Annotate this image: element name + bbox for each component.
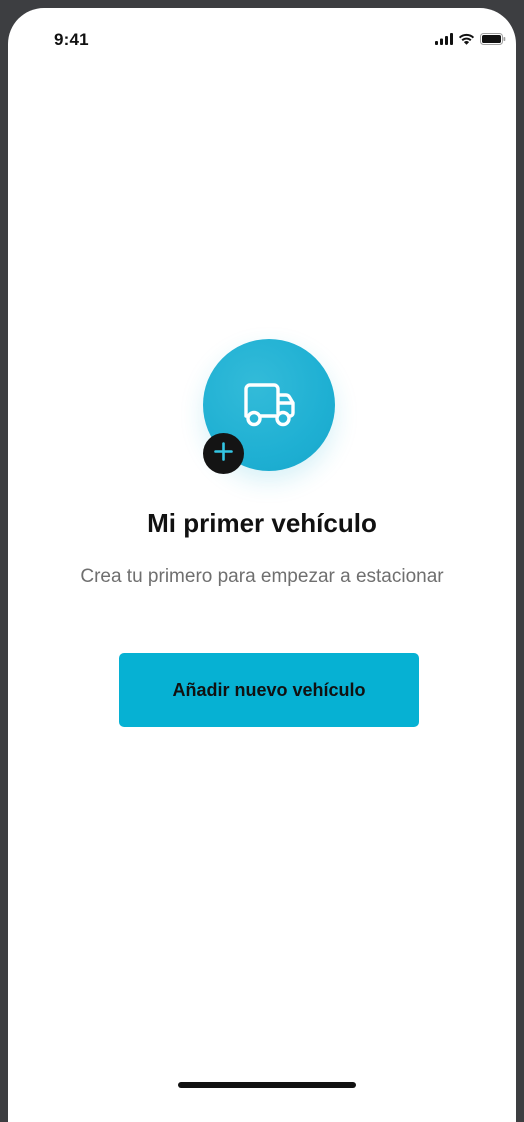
signal-icon xyxy=(435,33,453,45)
empty-state-subtitle: Crea tu primero para empezar a estaciona… xyxy=(80,566,444,587)
wifi-icon xyxy=(458,33,475,45)
empty-state-title: Mi primer vehículo xyxy=(147,508,377,538)
status-bar: 9:41 xyxy=(8,8,516,68)
status-time: 9:41 xyxy=(54,30,89,49)
empty-state-illustration xyxy=(203,339,335,474)
phone-screen: 9:41 Mi primer vehículo Crea tu primero … xyxy=(8,8,516,1122)
add-vehicle-button[interactable]: Añadir nuevo vehículo xyxy=(119,653,419,727)
battery-icon xyxy=(480,33,506,45)
status-icons xyxy=(435,30,506,48)
truck-icon xyxy=(240,381,298,431)
home-indicator xyxy=(178,1082,356,1088)
plus-icon xyxy=(213,441,234,467)
add-badge xyxy=(203,433,244,474)
